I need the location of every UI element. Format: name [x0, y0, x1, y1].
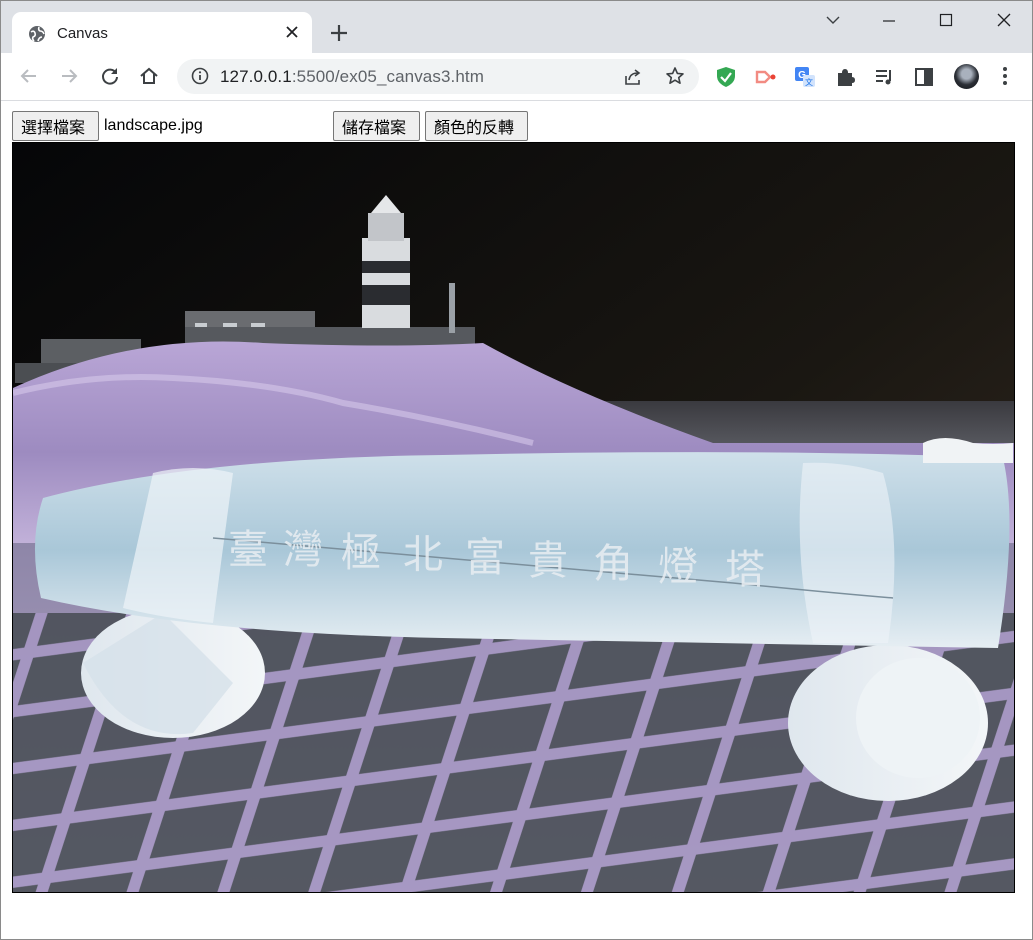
- close-window-icon[interactable]: [992, 11, 1016, 31]
- tab-canvas[interactable]: Canvas: [12, 12, 312, 53]
- svg-text:燈: 燈: [658, 544, 698, 590]
- svg-text:文: 文: [805, 77, 813, 87]
- save-file-button[interactable]: 儲存檔案: [333, 111, 420, 141]
- chevron-down-icon[interactable]: [821, 11, 845, 31]
- translate-icon[interactable]: G文: [794, 66, 816, 88]
- svg-text:貴: 貴: [528, 538, 568, 584]
- close-tab-icon[interactable]: [282, 22, 302, 42]
- forward-arrow-icon[interactable]: [58, 65, 80, 87]
- svg-text:極: 極: [341, 530, 381, 576]
- bookmark-star-icon[interactable]: [665, 66, 685, 86]
- home-icon[interactable]: [138, 65, 160, 87]
- tab-title: Canvas: [57, 25, 108, 42]
- maximize-icon[interactable]: [934, 11, 958, 31]
- puzzle-icon[interactable]: [834, 66, 856, 88]
- invert-color-button[interactable]: 顏色的反轉: [425, 111, 528, 141]
- svg-text:北: 北: [403, 532, 443, 578]
- selected-file-name: landscape.jpg: [104, 117, 203, 134]
- svg-text:灣: 灣: [283, 527, 323, 573]
- svg-text:角: 角: [593, 541, 633, 587]
- more-options-icon[interactable]: [997, 65, 1013, 87]
- profile-avatar[interactable]: [954, 64, 979, 89]
- globe-icon: [28, 25, 46, 43]
- browser-toolbar: 127.0.0.1:5500/ex05_canvas3.htm G文: [1, 53, 1032, 101]
- media-queue-icon[interactable]: [873, 66, 895, 88]
- new-tab-icon[interactable]: [327, 21, 351, 45]
- reload-icon[interactable]: [99, 65, 121, 87]
- url-path: :5500/ex05_canvas3.htm: [291, 67, 484, 86]
- inverted-landscape-image: 臺 灣 極 北 富 貴 角 燈 塔: [13, 143, 1014, 892]
- url-text[interactable]: 127.0.0.1:5500/ex05_canvas3.htm: [220, 67, 484, 87]
- site-info-icon[interactable]: [191, 67, 209, 85]
- image-canvas[interactable]: 臺 灣 極 北 富 貴 角 燈 塔: [12, 142, 1015, 893]
- svg-text:富: 富: [465, 535, 505, 581]
- choose-file-button[interactable]: 選擇檔案: [12, 111, 99, 141]
- back-arrow-icon[interactable]: [18, 65, 40, 87]
- browser-window: Canvas 127.0.0.1:5500/ex05_canvas3.htm G…: [0, 0, 1033, 940]
- svg-text:臺: 臺: [228, 527, 268, 573]
- share-icon[interactable]: [623, 67, 643, 87]
- tab-strip: Canvas: [1, 1, 1032, 53]
- address-bar[interactable]: 127.0.0.1:5500/ex05_canvas3.htm: [177, 59, 699, 94]
- side-panel-icon[interactable]: [913, 66, 935, 88]
- shield-check-icon[interactable]: [715, 66, 737, 88]
- svg-text:塔: 塔: [725, 547, 765, 593]
- url-host: 127.0.0.1: [220, 67, 292, 86]
- minimize-icon[interactable]: [877, 11, 901, 31]
- page-content: 選擇檔案 landscape.jpg 儲存檔案 顏色的反轉 臺 灣 極 北 富 …: [1, 101, 1032, 939]
- cast-icon[interactable]: [755, 66, 777, 88]
